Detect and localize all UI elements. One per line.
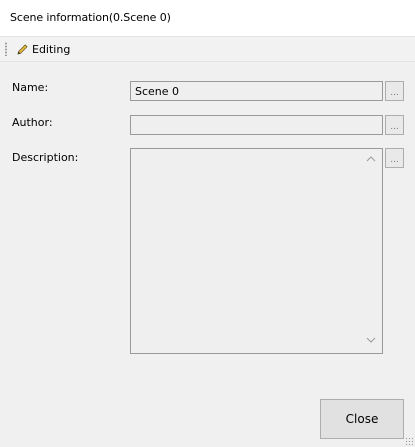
chevron-down-icon[interactable] <box>364 333 378 347</box>
editing-label: Editing <box>32 42 71 56</box>
name-browse-button[interactable]: ... <box>385 81 404 101</box>
name-label: Name: <box>12 81 49 94</box>
description-label: Description: <box>12 151 79 164</box>
pencil-icon <box>16 43 29 56</box>
chevron-up-icon[interactable] <box>364 152 378 166</box>
description-browse-button[interactable]: ... <box>385 148 404 168</box>
toolbar-grip[interactable] <box>5 42 7 56</box>
title-bar: Scene information(0.Scene 0) <box>0 0 415 36</box>
close-button[interactable]: Close <box>320 399 404 439</box>
toolbar: Editing <box>0 36 415 62</box>
name-field[interactable]: Scene 0 <box>130 81 383 101</box>
resize-grip-icon[interactable] <box>405 437 413 445</box>
description-field[interactable] <box>130 148 383 354</box>
window-title: Scene information(0.Scene 0) <box>10 11 171 24</box>
editing-button[interactable]: Editing <box>14 40 72 58</box>
author-field[interactable] <box>130 115 383 135</box>
form-panel: Name: Scene 0 ... Author: ... Descriptio… <box>0 62 415 447</box>
author-browse-button[interactable]: ... <box>385 115 404 135</box>
author-label: Author: <box>12 116 53 129</box>
